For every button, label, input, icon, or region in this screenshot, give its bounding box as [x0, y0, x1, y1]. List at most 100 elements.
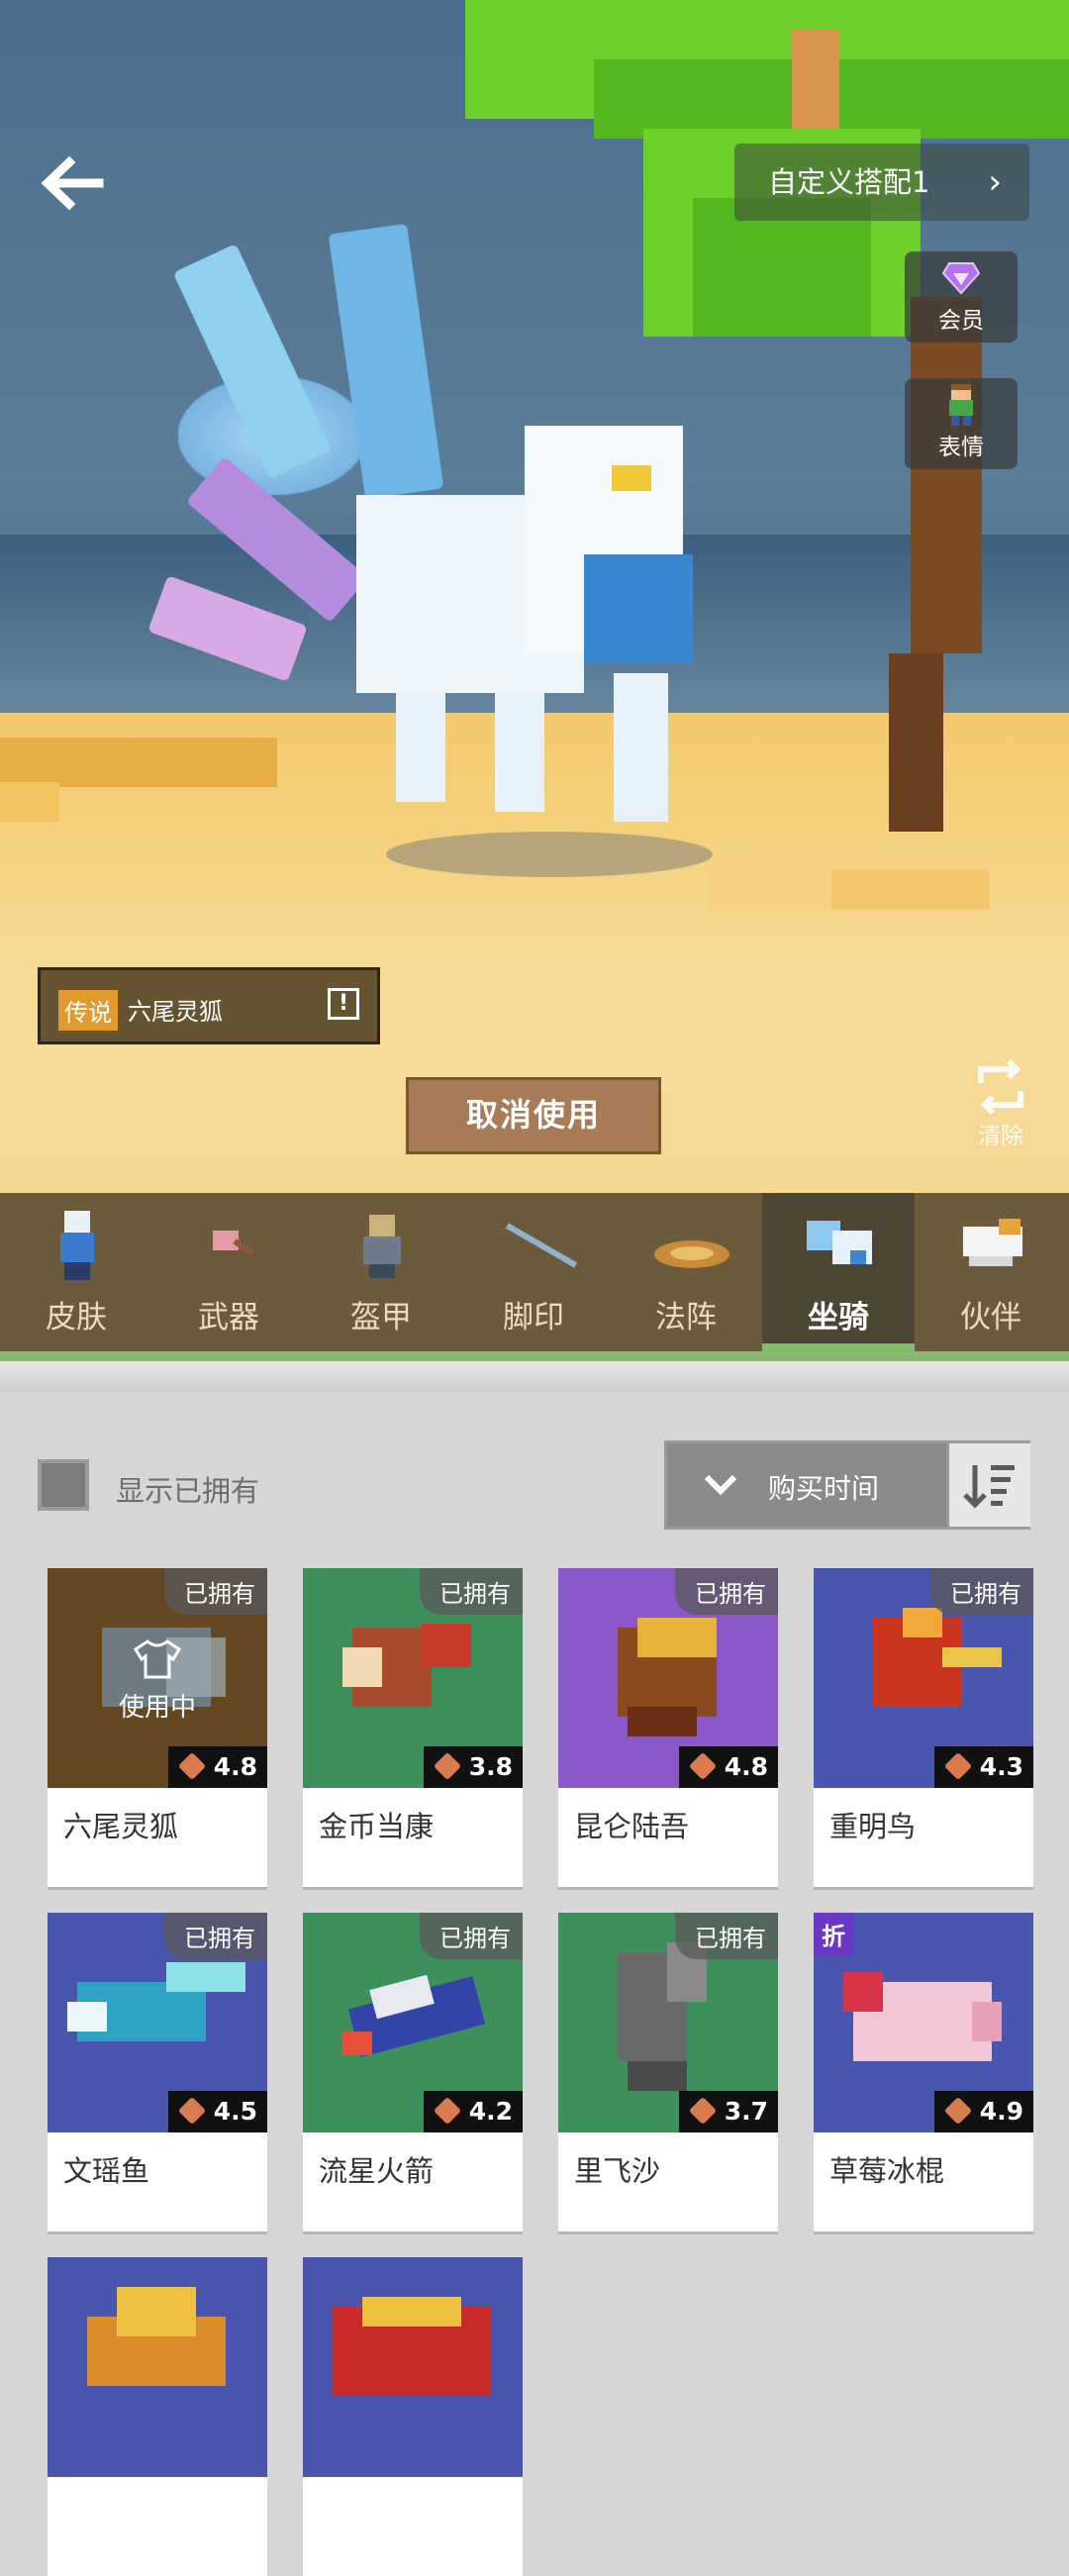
show-owned-checkbox[interactable]: [38, 1459, 89, 1511]
item-card[interactable]: [303, 2257, 523, 2576]
tab-skin[interactable]: 皮肤: [0, 1193, 152, 1351]
tab-weapon[interactable]: 武器: [152, 1193, 305, 1351]
item-card[interactable]: 已拥有 3.8 金币当康: [303, 1568, 523, 1887]
rating-badge: 3.8: [424, 1746, 523, 1788]
item-name: 流星火箭: [319, 2154, 435, 2188]
rating-icon: [433, 2096, 462, 2126]
sort-order-icon: [963, 1465, 1015, 1509]
rating-badge: 4.8: [679, 1746, 778, 1788]
mount-leg: [614, 673, 668, 822]
outfit-selector-button[interactable]: 自定义搭配1 ›: [734, 144, 1029, 221]
sort-dropdown[interactable]: 购买时间: [664, 1440, 1030, 1530]
item-card[interactable]: 已拥有 4.5 文瑶鱼: [48, 1913, 267, 2231]
selected-item-name: 六尾灵狐: [128, 998, 223, 1026]
clear-label: 清除: [978, 1124, 1023, 1149]
tab-magic-circle[interactable]: 法阵: [610, 1193, 762, 1351]
armor-thumbnail-icon: [349, 1211, 413, 1280]
item-card[interactable]: 已拥有 4.2 流星火箭: [303, 1913, 523, 2231]
rating-icon: [943, 1751, 973, 1781]
item-image: [303, 2257, 523, 2477]
rating-badge: 4.8: [168, 1746, 267, 1788]
back-arrow-icon: [41, 155, 104, 211]
palm-trunk: [911, 297, 982, 653]
vip-label: 会员: [938, 308, 984, 334]
preview-scene: 自定义搭配1 › 会员 表情 传说 六尾灵狐 ! 取消使用 清除: [0, 0, 1069, 1193]
item-card[interactable]: 折 4.9 草莓冰棍: [814, 1913, 1033, 2231]
item-card[interactable]: 已拥有 4.8 昆仑陆吾: [558, 1568, 778, 1887]
owned-badge: 已拥有: [420, 1568, 523, 1615]
item-card[interactable]: 已拥有 4.3 重明鸟: [814, 1568, 1033, 1887]
rating-badge: 4.2: [424, 2091, 523, 2132]
sand-block: [831, 869, 990, 909]
emote-label: 表情: [938, 435, 984, 460]
clear-button[interactable]: 清除: [965, 1057, 1036, 1152]
item-card[interactable]: 已拥有 使用中 4.8 六尾灵狐: [48, 1568, 267, 1887]
item-card[interactable]: [48, 2257, 267, 2576]
section-divider: [0, 1361, 1069, 1391]
tab-footprint[interactable]: 脚印: [457, 1193, 610, 1351]
vip-button[interactable]: 会员: [905, 251, 1018, 343]
item-name: 里飞沙: [574, 2154, 661, 2188]
show-owned-label: 显示已拥有: [116, 1474, 260, 1508]
diamond-icon: [941, 262, 981, 295]
mount-shadow: [386, 832, 713, 877]
mount-chest: [584, 554, 693, 663]
rating-value: 4.3: [979, 1752, 1023, 1781]
palm-trunk: [889, 653, 943, 832]
shirt-icon: [133, 1639, 182, 1679]
discount-badge: 折: [814, 1913, 853, 1955]
tab-underline-strip: [0, 1351, 1069, 1361]
cancel-use-button[interactable]: 取消使用: [406, 1077, 661, 1154]
item-name: 金币当康: [319, 1810, 435, 1843]
tab-label: 伙伴: [960, 1300, 1021, 1336]
sort-order-button[interactable]: [946, 1443, 1030, 1527]
tab-label: 脚印: [503, 1300, 564, 1336]
sand-block: [0, 782, 59, 822]
rating-badge: 3.7: [679, 2091, 778, 2132]
emote-button[interactable]: 表情: [905, 378, 1018, 469]
in-use-label: 使用中: [118, 1693, 196, 1723]
skin-thumbnail-icon: [45, 1211, 108, 1280]
tab-label: 皮肤: [46, 1300, 107, 1336]
owned-badge: 已拥有: [164, 1568, 267, 1615]
info-icon[interactable]: !: [328, 988, 359, 1020]
mount-crown: [612, 465, 651, 491]
mount-thumbnail-icon: [807, 1211, 872, 1280]
sort-label: 购买时间: [768, 1472, 880, 1505]
in-use-indicator: 使用中: [48, 1637, 267, 1724]
tab-armor[interactable]: 盔甲: [305, 1193, 457, 1351]
rating-value: 4.9: [979, 2097, 1023, 2126]
rating-icon: [688, 2096, 718, 2126]
rarity-badge: 传说: [58, 990, 118, 1031]
weapon-thumbnail-icon: [197, 1211, 260, 1280]
rating-icon: [177, 1751, 207, 1781]
rating-value: 3.8: [468, 1752, 513, 1781]
outfit-label: 自定义搭配1: [768, 165, 930, 199]
item-card[interactable]: 已拥有 3.7 里飞沙: [558, 1913, 778, 2231]
rating-icon: [688, 1751, 718, 1781]
palm-fruit: [792, 30, 839, 129]
refresh-icon: [978, 1058, 1023, 1116]
item-name: 重明鸟: [829, 1810, 917, 1843]
footprint-thumbnail-icon: [502, 1211, 578, 1280]
rating-value: 4.2: [468, 2097, 513, 2126]
item-name: 昆仑陆吾: [574, 1810, 690, 1843]
rating-badge: 4.5: [168, 2091, 267, 2132]
selected-item-bar: 传说 六尾灵狐 !: [38, 967, 380, 1044]
owned-badge: 已拥有: [675, 1568, 778, 1615]
item-name: 文瑶鱼: [63, 2154, 150, 2188]
rating-value: 4.8: [213, 1752, 257, 1781]
back-button[interactable]: [38, 149, 107, 218]
emote-icon: [949, 384, 973, 426]
chevron-down-icon: [701, 1457, 740, 1523]
tab-mount[interactable]: 坐骑: [762, 1193, 915, 1351]
sand-block: [0, 738, 277, 787]
rating-badge: 4.9: [934, 2091, 1033, 2132]
mount-leg: [495, 693, 544, 812]
rating-value: 3.7: [724, 2097, 768, 2126]
owned-badge: 已拥有: [675, 1913, 778, 1959]
rating-value: 4.5: [213, 2097, 257, 2126]
tab-label: 坐骑: [808, 1300, 869, 1336]
owned-badge: 已拥有: [420, 1913, 523, 1959]
tab-companion[interactable]: 伙伴: [915, 1193, 1067, 1351]
